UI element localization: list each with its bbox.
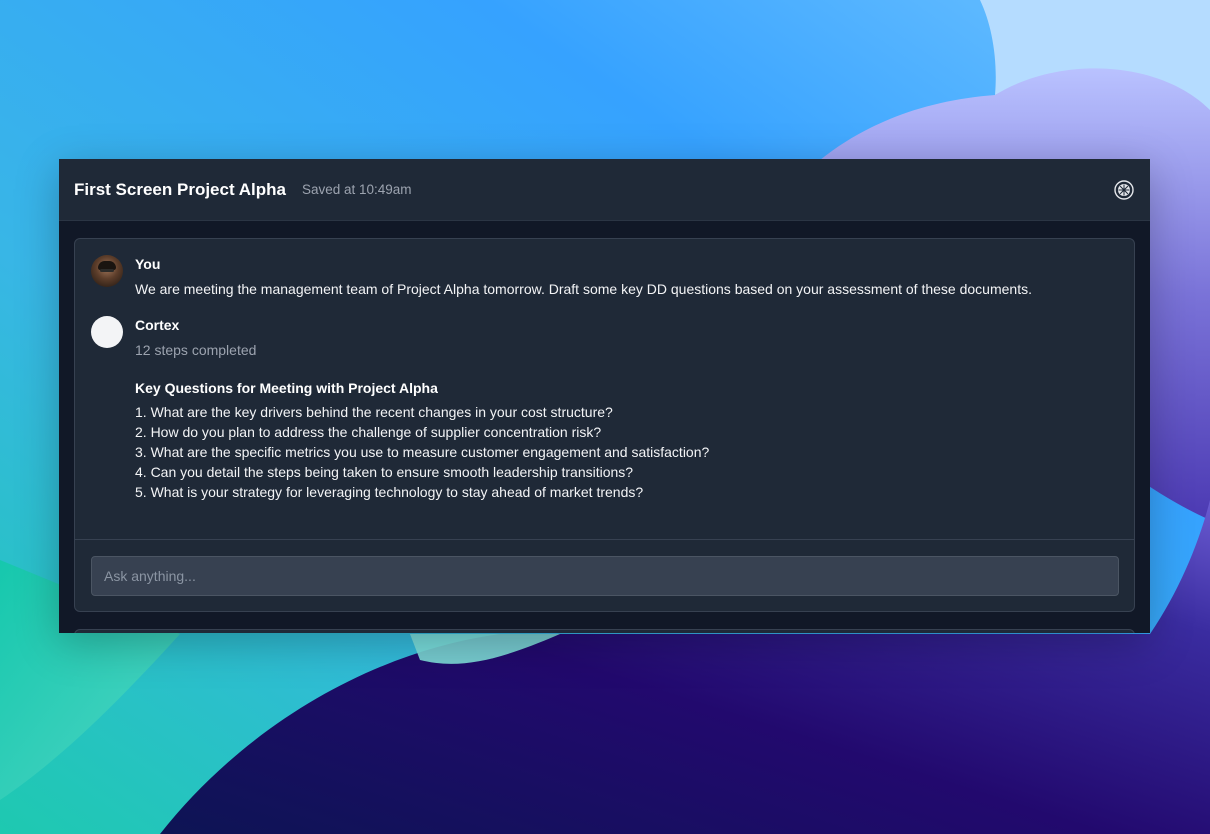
list-item: 2. How do you plan to address the challe… — [135, 424, 602, 440]
question-list: 1. What are the key drivers behind the r… — [135, 402, 709, 502]
assistant-answer: Key Questions for Meeting with Project A… — [135, 378, 709, 502]
steps-completed-toggle[interactable]: 12 steps completed — [135, 340, 256, 360]
message-sender: Cortex — [135, 317, 180, 333]
answer-title: Key Questions for Meeting with Project A… — [135, 380, 438, 396]
composer-divider — [75, 539, 1134, 540]
chat-panel: You We are meeting the management team o… — [74, 238, 1135, 612]
user-message: You We are meeting the management team o… — [91, 255, 1032, 299]
ask-input[interactable] — [91, 556, 1119, 596]
assistant-message: Cortex 12 steps completed — [91, 316, 256, 360]
page-title: First Screen Project Alpha — [74, 179, 286, 199]
settings-button[interactable] — [1113, 179, 1135, 201]
list-item: 5. What is your strategy for leveraging … — [135, 484, 644, 500]
app-window: First Screen Project Alpha Saved at 10:4… — [59, 159, 1150, 633]
next-panel-edge — [74, 629, 1135, 633]
message-sender: You — [135, 256, 161, 272]
message-text: We are meeting the management team of Pr… — [135, 281, 1032, 297]
assistant-avatar — [91, 316, 123, 348]
user-avatar — [91, 255, 123, 287]
list-item: 3. What are the specific metrics you use… — [135, 444, 710, 460]
list-item: 4. Can you detail the steps being taken … — [135, 464, 634, 480]
list-item: 1. What are the key drivers behind the r… — [135, 404, 613, 420]
settings-icon — [1114, 179, 1134, 200]
window-header: First Screen Project Alpha Saved at 10:4… — [59, 159, 1150, 221]
saved-status: Saved at 10:49am — [301, 182, 412, 197]
